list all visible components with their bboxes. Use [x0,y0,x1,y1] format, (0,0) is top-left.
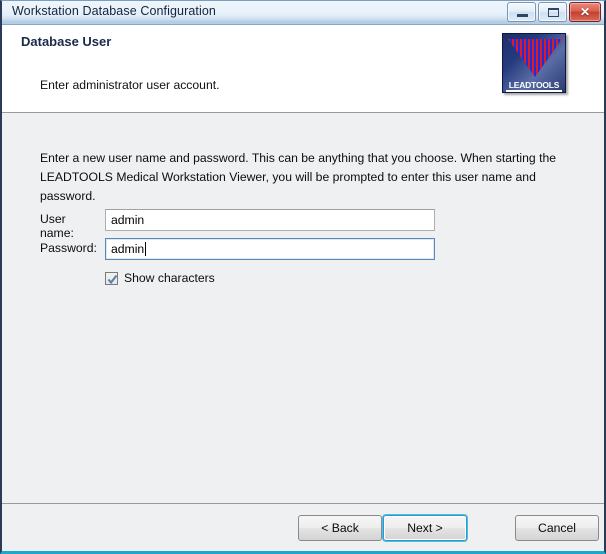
instruction-text: Enter a new user name and password. This… [40,151,557,203]
password-input[interactable]: admin [105,238,435,260]
show-characters-label: Show characters [124,271,215,285]
password-label: Password: [40,241,97,255]
password-value: admin [111,242,145,256]
user-name-label: User name: [40,212,74,240]
minimize-button[interactable] [507,2,536,22]
user-name-input[interactable]: admin [105,209,435,231]
text-caret [145,242,147,256]
user-name-value: admin [111,213,145,227]
maximize-icon [548,8,559,17]
page-subtitle: Enter administrator user account. [40,78,220,92]
page-title: Database User [21,34,112,49]
window-controls: ✕ [507,2,601,22]
close-button[interactable]: ✕ [569,2,601,22]
logo-underline [506,90,562,92]
dialog-footer: < Back Next > Cancel [2,503,604,551]
dialog-header: Database User Enter administrator user a… [2,25,604,113]
logo-triangle-icon [508,39,562,77]
next-button[interactable]: Next > [383,515,467,541]
leadtools-logo: LEADTOOLS [502,33,566,93]
minimize-icon [517,14,528,17]
title-bar: Workstation Database Configuration ✕ [2,1,604,25]
logo-text: LEADTOOLS [508,80,560,90]
back-button[interactable]: < Back [298,515,382,541]
maximize-button[interactable] [538,2,567,22]
dialog-body: Enter a new user name and password. This… [2,114,604,503]
window-title: Workstation Database Configuration [12,4,216,18]
dialog-window: Workstation Database Configuration ✕ Dat… [0,0,606,554]
close-icon: ✕ [579,5,591,19]
show-characters-checkbox[interactable] [105,272,118,285]
cancel-button[interactable]: Cancel [515,515,599,541]
checkmark-icon [107,274,118,285]
